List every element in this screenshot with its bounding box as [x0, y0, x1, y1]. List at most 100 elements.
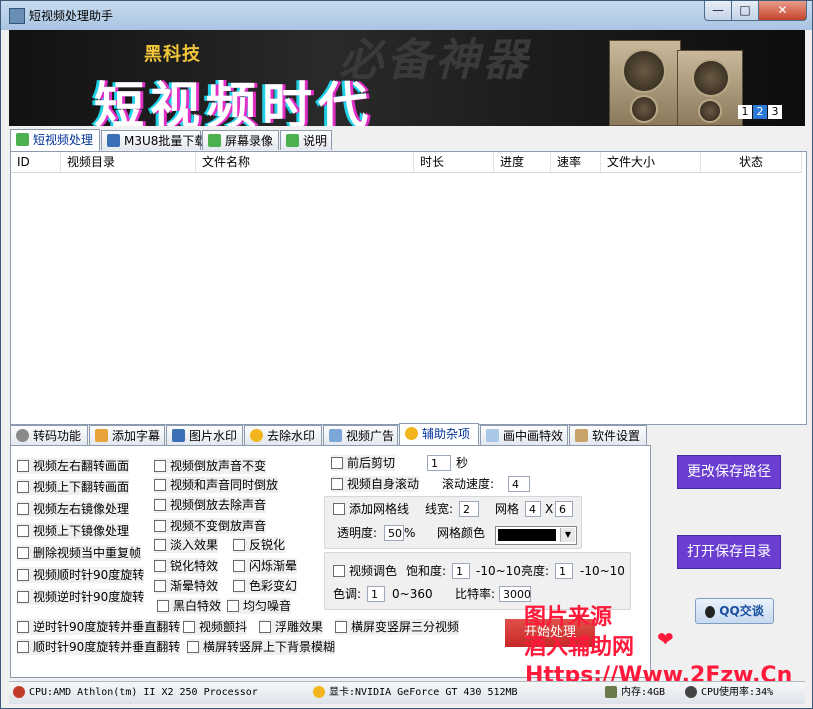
- option-checkbox[interactable]: 视频倒放声音不变: [154, 458, 267, 474]
- folder-icon: [172, 429, 185, 442]
- open-save-dir-button[interactable]: 打开保存目录: [677, 535, 781, 569]
- option-checkbox[interactable]: 视频倒放去除声音: [154, 497, 267, 513]
- tab-remove-watermark[interactable]: 去除水印: [244, 425, 322, 445]
- sun-icon: [405, 427, 418, 440]
- option-checkbox[interactable]: 锐化特效: [154, 558, 219, 574]
- option-checkbox[interactable]: 反锐化: [233, 537, 286, 553]
- cpu-text: CPU:AMD Athlon(tm) II X2 250 Processor: [29, 687, 258, 698]
- tab-misc[interactable]: 辅助杂项: [399, 423, 479, 445]
- scroll-speed-label: 滚动速度:: [442, 477, 495, 491]
- option-checkbox[interactable]: 均匀噪音: [227, 598, 292, 614]
- option-checkbox[interactable]: 浮雕效果: [259, 619, 324, 635]
- minimize-button[interactable]: —: [704, 1, 732, 21]
- tab-label: 软件设置: [592, 429, 641, 443]
- change-save-path-button[interactable]: 更改保存路径: [677, 455, 781, 489]
- gpu-text: 显卡:NVIDIA GeForce GT 430 512MB: [329, 687, 518, 698]
- tab-subtitles[interactable]: 添加字幕: [89, 425, 165, 445]
- grid-lines-checkbox[interactable]: 添加网格线: [333, 501, 410, 517]
- line-width-input[interactable]: 2: [459, 501, 479, 517]
- maximize-button[interactable]: □: [731, 1, 759, 21]
- tab-short-video[interactable]: 短视频处理: [10, 129, 100, 151]
- column-header[interactable]: 状态: [701, 152, 802, 172]
- option-checkbox[interactable]: 视频左右镜像处理: [17, 501, 130, 517]
- opacity-input[interactable]: 50: [384, 525, 404, 541]
- column-header[interactable]: 文件大小: [601, 152, 701, 172]
- option-checkbox[interactable]: 视频逆时针90度旋转: [17, 589, 145, 605]
- qq-chat-button[interactable]: QQ交谈: [695, 598, 774, 624]
- trim-unit: 秒: [456, 456, 469, 470]
- option-checkbox[interactable]: 黑白特效: [157, 598, 222, 614]
- tab-picture-in-picture[interactable]: 画中画特效: [480, 425, 568, 445]
- option-checkbox[interactable]: 渐晕特效: [154, 578, 219, 594]
- cpu-usage-info: CPU使用率:34%: [685, 685, 773, 701]
- tab-m3u8-download[interactable]: M3U8批量下载: [101, 130, 206, 150]
- option-checkbox[interactable]: 视频上下镜像处理: [17, 523, 130, 539]
- sun-icon: [250, 429, 263, 442]
- trim-checkbox[interactable]: 前后剪切: [331, 455, 396, 471]
- column-header[interactable]: 进度: [494, 152, 551, 172]
- option-checkbox[interactable]: 色彩变幻: [233, 578, 298, 594]
- option-label: 锐化特效: [170, 559, 219, 573]
- qq-label: QQ交谈: [719, 604, 764, 618]
- window-title: 短视频处理助手: [29, 9, 114, 23]
- tab-screen-record[interactable]: 屏幕录像: [202, 130, 279, 150]
- grid-label: 网格: [495, 502, 520, 516]
- saturation-label: 饱和度:: [406, 564, 447, 578]
- option-checkbox[interactable]: 删除视频当中重复帧: [17, 545, 142, 561]
- color-adjust-checkbox[interactable]: 视频调色: [333, 563, 398, 579]
- option-checkbox[interactable]: 淡入效果: [154, 537, 219, 553]
- tab-help[interactable]: 说明: [280, 130, 332, 150]
- option-checkbox[interactable]: 顺时针90度旋转并垂直翻转: [17, 639, 181, 655]
- tab-transcode[interactable]: 转码功能: [10, 425, 88, 445]
- option-checkbox[interactable]: 视频颤抖: [183, 619, 248, 635]
- option-checkbox[interactable]: 视频和声音同时倒放: [154, 477, 279, 493]
- column-header[interactable]: 速率: [551, 152, 601, 172]
- hue-range: 0~360: [392, 587, 433, 601]
- tab-label: 辅助杂项: [422, 427, 471, 441]
- option-label: 视频上下翻转画面: [33, 480, 130, 494]
- column-header[interactable]: 视频目录: [61, 152, 196, 172]
- brightness-label: 亮度:: [521, 564, 550, 578]
- tab-settings[interactable]: 软件设置: [569, 425, 647, 445]
- user-icon: [575, 429, 588, 442]
- option-checkbox[interactable]: 横屏变竖屏三分视频: [335, 619, 460, 635]
- saturation-input[interactable]: 1: [452, 563, 470, 579]
- option-checkbox[interactable]: 视频顺时针90度旋转: [17, 567, 145, 583]
- scroll-speed-input[interactable]: 4: [508, 476, 530, 492]
- chevron-down-icon: ▼: [560, 528, 575, 542]
- option-label: 横屏变竖屏三分视频: [351, 620, 460, 634]
- grid-color-picker[interactable]: ▼: [495, 526, 577, 545]
- column-header[interactable]: ID: [11, 152, 61, 172]
- banner-page-1[interactable]: 1: [738, 105, 752, 119]
- hue-input[interactable]: 1: [367, 586, 385, 602]
- file-list-table[interactable]: ID 视频目录 文件名称 时长 进度 速率 文件大小 状态: [10, 151, 807, 425]
- banner-page-3[interactable]: 3: [768, 105, 782, 119]
- self-scroll-checkbox[interactable]: 视频自身滚动: [331, 476, 420, 492]
- gpu-icon: [313, 686, 325, 698]
- banner-ad[interactable]: 必备神器 黑科技 短视频时代 123: [9, 30, 805, 126]
- column-header[interactable]: 文件名称: [196, 152, 414, 172]
- trim-seconds-input[interactable]: 1: [427, 455, 451, 471]
- grid-cols-input[interactable]: 6: [555, 501, 573, 517]
- option-label: 视频上下镜像处理: [33, 524, 130, 538]
- tab-video-ads[interactable]: 视频广告: [323, 425, 398, 445]
- option-checkbox[interactable]: 视频左右翻转画面: [17, 458, 130, 474]
- app-icon: [9, 8, 25, 24]
- tab-image-watermark[interactable]: 图片水印: [166, 425, 243, 445]
- tab-label: 视频广告: [346, 429, 395, 443]
- cpu-usage-text: CPU使用率:34%: [701, 687, 774, 698]
- banner-page-2[interactable]: 2: [753, 105, 767, 119]
- option-checkbox[interactable]: 闪烁渐晕: [233, 558, 298, 574]
- option-label: 顺时针90度旋转并垂直翻转: [33, 640, 181, 654]
- option-checkbox[interactable]: 横屏转竖屏上下背景模糊: [187, 639, 336, 655]
- brightness-input[interactable]: 1: [555, 563, 573, 579]
- memory-text: 内存:4GB: [621, 687, 666, 698]
- option-checkbox[interactable]: 视频上下翻转画面: [17, 479, 130, 495]
- close-button[interactable]: ✕: [758, 1, 807, 21]
- option-checkbox[interactable]: 视频不变倒放声音: [154, 518, 267, 534]
- grid-rows-input[interactable]: 4: [525, 501, 541, 517]
- column-header[interactable]: 时长: [414, 152, 494, 172]
- option-checkbox[interactable]: 逆时针90度旋转并垂直翻转: [17, 619, 181, 635]
- qq-penguin-icon: [705, 605, 716, 618]
- option-label: 视频左右翻转画面: [33, 459, 130, 473]
